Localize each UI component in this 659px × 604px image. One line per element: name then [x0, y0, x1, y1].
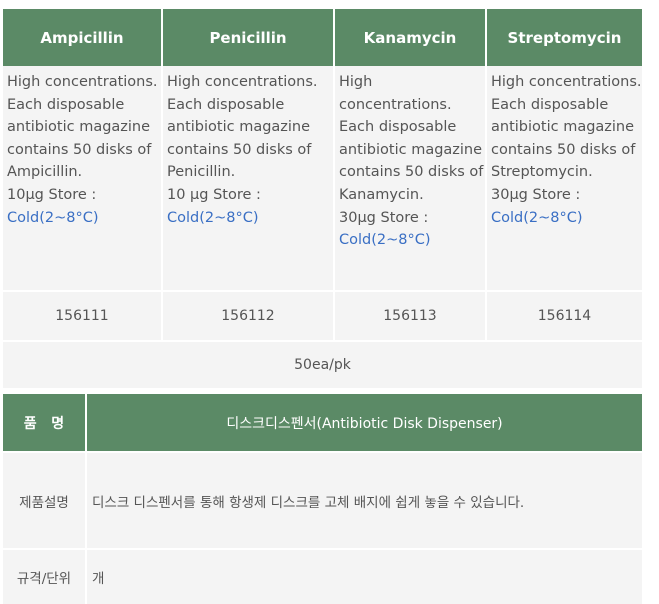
- description-line: Each disposable: [339, 119, 457, 136]
- antibiotic-table: Ampicillin Penicillin Kanamycin Streptom…: [3, 9, 642, 388]
- description-line: antibiotic magazine: [339, 141, 483, 158]
- description-line: antibiotic magazine: [7, 119, 151, 136]
- description-cell: High concentrations. Each disposable ant…: [335, 66, 487, 290]
- header-ampicillin: Ampicillin: [3, 9, 163, 66]
- description-line: contains 50 disks of: [339, 164, 484, 181]
- pack-size: 50ea/pk: [3, 340, 642, 388]
- product-table: 품 명 디스크디스펜서(Antibiotic Disk Dispenser) 제…: [3, 394, 642, 604]
- description-cell: High concentrations. Each disposable ant…: [487, 66, 642, 290]
- description-line: High concentrations.: [339, 74, 452, 113]
- product-unit-label: 규격/단위: [3, 548, 87, 604]
- catalog-code: 156113: [335, 290, 487, 340]
- description-line: Kanamycin.: [339, 186, 424, 203]
- product-unit-row: 규격/단위 개: [3, 548, 642, 604]
- storage-temp: Cold(2~8°C): [7, 209, 99, 226]
- description-line: 10 μg Store :: [167, 186, 261, 203]
- description-line: Each disposable: [167, 96, 285, 113]
- product-name-row: 품 명 디스크디스펜서(Antibiotic Disk Dispenser): [3, 394, 642, 451]
- description-line: Each disposable: [7, 96, 125, 113]
- description-line: 10μg Store :: [7, 186, 97, 203]
- product-description-label: 제품설명: [3, 451, 87, 548]
- description-line: 30μg Store :: [491, 186, 581, 203]
- description-line: antibiotic magazine: [167, 119, 311, 136]
- catalog-code-row: 156111 156112 156113 156114: [3, 290, 642, 340]
- header-kanamycin: Kanamycin: [335, 9, 487, 66]
- description-line: contains 50 disks of: [167, 141, 312, 158]
- description-cell: High concentrations. Each disposable ant…: [163, 66, 335, 290]
- description-line: Streptomycin.: [491, 164, 593, 181]
- product-description-row: 제품설명 디스크 디스펜서를 통해 항생제 디스크를 고체 배지에 쉽게 놓을 …: [3, 451, 642, 548]
- page-content: Ampicillin Penicillin Kanamycin Streptom…: [3, 9, 642, 604]
- catalog-code: 156112: [163, 290, 335, 340]
- description-line: High concentrations.: [7, 74, 158, 90]
- description-line: contains 50 disks of: [491, 141, 636, 158]
- description-line: High concentrations.: [491, 74, 642, 90]
- description-line: Each disposable: [491, 96, 609, 113]
- storage-temp: Cold(2~8°C): [167, 209, 259, 226]
- description-line: 30μg Store :: [339, 209, 429, 226]
- product-description-value: 디스크 디스펜서를 통해 항생제 디스크를 고체 배지에 쉽게 놓을 수 있습니…: [87, 451, 642, 548]
- header-streptomycin: Streptomycin: [487, 9, 642, 66]
- storage-temp: Cold(2~8°C): [491, 209, 583, 226]
- product-name-value: 디스크디스펜서(Antibiotic Disk Dispenser): [87, 394, 642, 451]
- description-cell: High concentrations. Each disposable ant…: [3, 66, 163, 290]
- antibiotic-header-row: Ampicillin Penicillin Kanamycin Streptom…: [3, 9, 642, 66]
- pack-row: 50ea/pk: [3, 340, 642, 388]
- header-penicillin: Penicillin: [163, 9, 335, 66]
- description-line: High concentrations.: [167, 74, 318, 90]
- description-line: Ampicillin.: [7, 164, 83, 181]
- catalog-code: 156114: [487, 290, 642, 340]
- description-row: High concentrations. Each disposable ant…: [3, 66, 642, 290]
- description-line: antibiotic magazine: [491, 119, 635, 136]
- product-unit-value: 개: [87, 548, 642, 604]
- storage-temp: Cold(2~8°C): [339, 232, 431, 249]
- description-line: Penicillin.: [167, 164, 236, 181]
- product-name-label: 품 명: [3, 394, 87, 451]
- description-line: contains 50 disks of: [7, 141, 152, 158]
- catalog-code: 156111: [3, 290, 163, 340]
